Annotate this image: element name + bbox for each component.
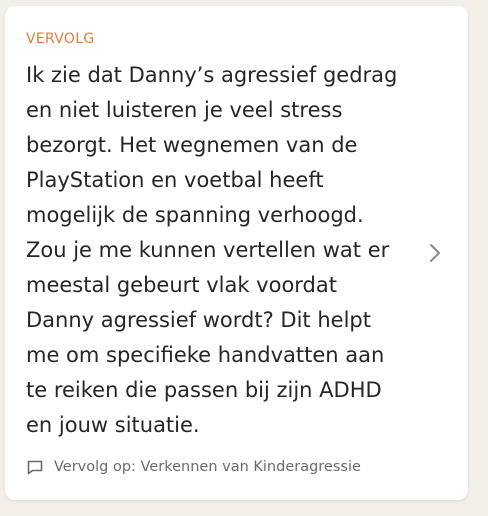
card-message: Ik zie dat Danny’s agressief gedrag en n…: [26, 63, 398, 437]
footer-text: Vervolg op: Verkennen van Kinderagressie: [54, 459, 361, 475]
speech-bubble-icon: [26, 458, 44, 476]
card-label: VERVOLG: [26, 31, 95, 47]
chevron-right-icon[interactable]: [426, 242, 444, 264]
followup-card[interactable]: VERVOLG Ik zie dat Danny’s agressief ged…: [5, 6, 468, 500]
card-footer: Vervolg op: Verkennen van Kinderagressie: [26, 458, 361, 476]
